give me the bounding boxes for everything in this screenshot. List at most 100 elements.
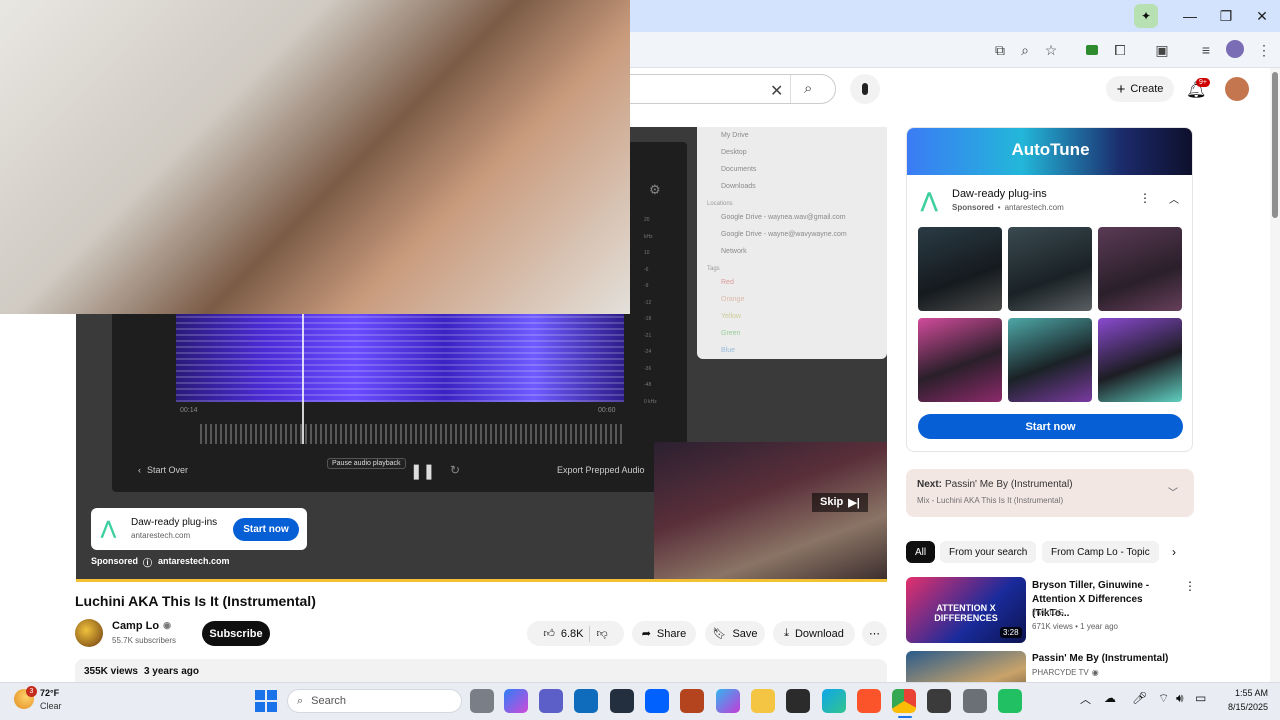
product-thumbnail[interactable] <box>1098 227 1182 311</box>
sidebar-ad-card[interactable]: AutoTune ⋀ Daw-ready plug-ins Sponsored •… <box>906 127 1193 452</box>
chip-all[interactable]: All <box>906 541 936 563</box>
start-over-label: Start Over <box>147 465 189 475</box>
teams-icon[interactable] <box>539 689 563 713</box>
clear-search-icon[interactable]: ✕ <box>770 81 783 101</box>
product-thumbnail[interactable] <box>1098 318 1182 402</box>
chip-from-camp-lo-topic[interactable]: From Camp Lo - Topic <box>1042 541 1159 563</box>
video-title-line[interactable]: Passin' Me By (Instrumental) <box>1032 653 1168 664</box>
more-menu-icon[interactable]: ⋮ <box>1252 38 1276 62</box>
sponsored-text: Sponsored <box>91 556 139 566</box>
channel-name-link[interactable]: Camp Lo ◉ <box>112 620 171 632</box>
settings-icon[interactable] <box>963 689 987 713</box>
video-title-line[interactable]: Bryson Tiller, Ginuwine - <box>1032 579 1182 593</box>
sidebar-ad-domain: antarestech.com <box>1004 203 1064 212</box>
db-label: 20 kHz <box>644 217 653 240</box>
finder-section-header: Locations <box>707 201 733 207</box>
product-thumbnail[interactable] <box>1008 227 1092 311</box>
capcut-icon[interactable] <box>927 689 951 713</box>
minimize-icon[interactable]: — <box>1172 0 1208 32</box>
more-actions-icon[interactable]: ⋯ <box>862 621 887 646</box>
tray-chevron-icon[interactable]: ︿ <box>1080 691 1091 707</box>
account-avatar[interactable] <box>1225 77 1249 101</box>
brave-icon[interactable] <box>857 689 881 713</box>
finder-item: Downloads <box>721 183 756 190</box>
video-thumbnail[interactable] <box>906 651 1026 682</box>
clock-date[interactable]: 8/15/2025 <box>1212 702 1268 712</box>
chips-next-arrow-icon[interactable]: › <box>1172 545 1176 559</box>
up-next-card[interactable]: Next: Passin' Me By (Instrumental) Mix - … <box>906 469 1194 517</box>
copilot-m365-icon[interactable] <box>716 689 740 713</box>
finder-item: Documents <box>721 166 757 173</box>
product-thumbnail[interactable] <box>918 318 1002 402</box>
skip-ad-button[interactable]: Skip ▶| <box>812 493 868 512</box>
dropbox-icon[interactable] <box>645 689 669 713</box>
video-thumbnail[interactable]: ATTENTION X DIFFERENCES 3:28 <box>906 577 1026 643</box>
bookmark-star-icon[interactable]: ☆ <box>1039 38 1063 62</box>
more-options-icon[interactable]: ⋮ <box>1139 191 1151 205</box>
video-channel[interactable]: invertOG <box>1032 608 1064 617</box>
streamer-cam <box>654 442 887 582</box>
taskbar-search-input[interactable]: ⌕ Search <box>287 689 462 713</box>
close-window-icon[interactable]: ✕ <box>1244 0 1280 32</box>
profile-avatar[interactable] <box>1226 40 1244 58</box>
cast-icon[interactable]: ⧉ <box>988 38 1012 62</box>
like-count[interactable]: 6.8K <box>561 628 584 640</box>
task-view-icon[interactable] <box>470 689 494 713</box>
tab-search-icon[interactable]: ▣ <box>1150 38 1174 62</box>
extensions-puzzle-icon[interactable]: ⧠ <box>1108 38 1132 62</box>
collapse-chevron-icon[interactable]: ︿ <box>1169 191 1179 206</box>
video-more-icon[interactable]: ⋮ <box>1184 653 1186 667</box>
ad-banner[interactable]: AutoTune <box>907 128 1192 175</box>
chrome-icon[interactable] <box>892 689 916 713</box>
volume-icon[interactable]: 🔊︎ <box>1176 691 1184 706</box>
expand-chevron-icon[interactable]: ﹀ <box>1168 484 1178 499</box>
microphone-icon[interactable] <box>850 74 880 104</box>
file-explorer-icon[interactable] <box>751 689 775 713</box>
clock-time[interactable]: 1:55 AM <box>1212 688 1268 698</box>
wifi-icon[interactable]: ⌔ <box>1158 691 1169 706</box>
chip-from-your-search[interactable]: From your search <box>940 541 1037 563</box>
weather-desc[interactable]: Clear <box>40 701 62 711</box>
amazon-icon[interactable] <box>610 689 634 713</box>
recommendation-item[interactable]: Passin' Me By (Instrumental) PHARCYDE TV… <box>906 651 1186 682</box>
search-icon[interactable]: ⌕ <box>804 80 812 97</box>
onedrive-icon[interactable]: ☁ <box>1104 691 1116 705</box>
product-thumbnail[interactable] <box>1008 318 1092 402</box>
product-thumbnail[interactable] <box>918 227 1002 311</box>
battery-icon[interactable]: ▭ <box>1195 691 1206 705</box>
channel-avatar[interactable] <box>75 619 103 647</box>
finder-item: Network <box>721 248 747 255</box>
save-button[interactable]: 🔖︎ Save <box>705 621 765 646</box>
player-ad-overlay[interactable]: ⋀ Daw-ready plug-ins antarestech.com Sta… <box>91 508 307 550</box>
whatsapp-icon[interactable] <box>998 689 1022 713</box>
create-button[interactable]: + Create <box>1106 76 1174 102</box>
download-button[interactable]: ⤓ Download <box>773 621 855 646</box>
copilot-icon[interactable] <box>504 689 528 713</box>
sidebar-start-now-button[interactable]: Start now <box>918 414 1183 439</box>
ad-start-now-button[interactable]: Start now <box>233 518 299 541</box>
sponsor-domain-link[interactable]: antarestech.com <box>158 556 230 566</box>
next-mix: Mix - Luchini AKA This Is It (Instrument… <box>917 496 1064 505</box>
store-icon[interactable] <box>786 689 810 713</box>
info-icon[interactable]: ⓘ <box>143 556 152 569</box>
zoom-icon[interactable]: ⌕ <box>1013 38 1037 62</box>
outlook-icon[interactable] <box>574 689 598 713</box>
recommendation-item[interactable]: ATTENTION X DIFFERENCES 3:28 Bryson Till… <box>906 577 1196 645</box>
powerpoint-icon[interactable] <box>680 689 704 713</box>
thumbnail-text: ATTENTION X DIFFERENCES <box>934 603 998 623</box>
subscribe-button[interactable]: Subscribe <box>202 621 270 646</box>
extension-green-icon[interactable] <box>1080 38 1104 62</box>
weather-temp[interactable]: 72°F <box>40 688 59 698</box>
microphone-tray-icon[interactable]: 🎤︎ <box>1132 691 1147 705</box>
gemini-icon[interactable]: ✦ <box>1134 4 1158 28</box>
restore-icon[interactable]: ❐ <box>1208 0 1244 32</box>
share-button[interactable]: ➦ Share <box>632 621 696 646</box>
windows-start-icon[interactable] <box>255 690 277 712</box>
video-channel[interactable]: PHARCYDE TV <box>1032 668 1089 677</box>
scrollbar-thumb[interactable] <box>1272 72 1278 218</box>
like-icon[interactable]: 👍︎ <box>543 627 555 640</box>
video-more-icon[interactable]: ⋮ <box>1184 579 1196 593</box>
edge-icon[interactable] <box>822 689 846 713</box>
dislike-icon[interactable]: 👎︎ <box>596 627 607 640</box>
media-control-icon[interactable]: ≡ <box>1194 38 1218 62</box>
